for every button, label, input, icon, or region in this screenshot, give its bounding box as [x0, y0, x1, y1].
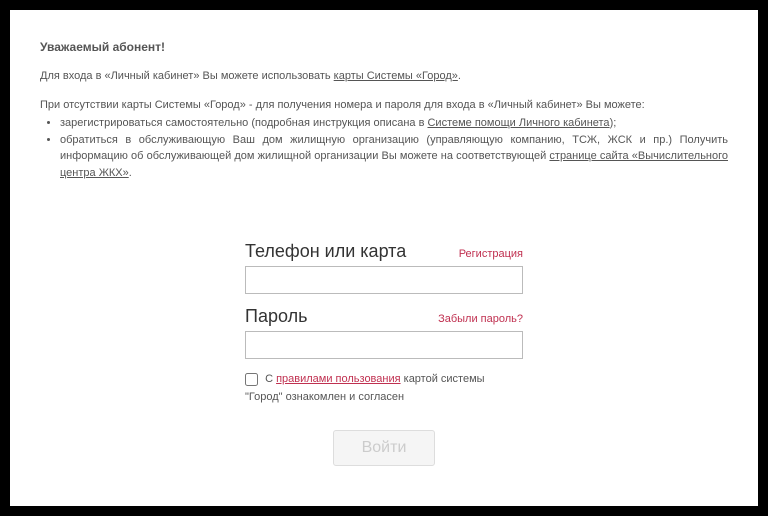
agree-row: С правилами пользования картой системы "…: [245, 371, 523, 406]
bullet1-post: );: [610, 117, 617, 129]
login-form: Телефон или карта Регистрация Пароль Заб…: [245, 241, 523, 466]
intro-text: Для входа в «Личный кабинет» Вы можете и…: [40, 68, 728, 85]
instructions-block: При отсутствии карты Системы «Город» - д…: [40, 97, 728, 182]
password-input[interactable]: [245, 331, 523, 359]
phone-input[interactable]: [245, 266, 523, 294]
terms-link[interactable]: правилами пользования: [276, 373, 401, 385]
bullet1-pre: зарегистрироваться самостоятельно (подро…: [60, 117, 427, 129]
phone-group: Телефон или карта Регистрация: [245, 241, 523, 294]
agree-pre: С: [265, 373, 276, 385]
password-group: Пароль Забыли пароль?: [245, 306, 523, 359]
password-label: Пароль: [245, 306, 307, 327]
forgot-password-link[interactable]: Забыли пароль?: [438, 313, 523, 325]
page-title: Уважаемый абонент!: [40, 40, 728, 54]
button-row: Войти: [245, 430, 523, 466]
help-system-link[interactable]: Системе помощи Личного кабинета: [427, 117, 609, 129]
instructions-intro: При отсутствии карты Системы «Город» - д…: [40, 99, 645, 111]
cards-link[interactable]: карты Системы «Город»: [334, 70, 458, 82]
list-item: обратиться в обслуживающую Ваш дом жилищ…: [60, 132, 728, 182]
login-button[interactable]: Войти: [333, 430, 436, 466]
login-page: Уважаемый абонент! Для входа в «Личный к…: [10, 10, 758, 506]
intro-post: .: [458, 70, 461, 82]
register-link[interactable]: Регистрация: [459, 248, 523, 260]
password-label-row: Пароль Забыли пароль?: [245, 306, 523, 327]
instructions-list: зарегистрироваться самостоятельно (подро…: [40, 115, 728, 181]
intro-pre: Для входа в «Личный кабинет» Вы можете и…: [40, 70, 334, 82]
phone-label-row: Телефон или карта Регистрация: [245, 241, 523, 262]
agree-checkbox[interactable]: [245, 373, 258, 386]
list-item: зарегистрироваться самостоятельно (подро…: [60, 115, 728, 132]
bullet2-post: .: [129, 167, 132, 179]
phone-label: Телефон или карта: [245, 241, 406, 262]
